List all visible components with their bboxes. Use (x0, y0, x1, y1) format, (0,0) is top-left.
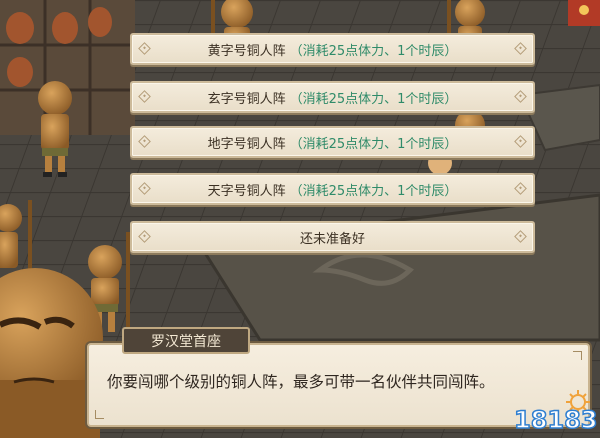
speaker-name-tag: 罗汉堂首座 (122, 327, 250, 354)
ornament-right-icon (514, 42, 527, 55)
ornament-left-icon (138, 182, 151, 195)
dialog-text: 你要闯哪个级别的铜人阵，最多可带一名伙伴共同闯阵。 (107, 373, 495, 391)
option-label: 黄字号铜人阵 (207, 43, 286, 59)
option-label: 地字号铜人阵 (207, 136, 286, 152)
option-huang-array[interactable]: 黄字号铜人阵 （消耗25点体力、1个时辰） (130, 33, 535, 65)
ornament-right-icon (514, 182, 527, 195)
option-cost: （消耗25点体力、1个时辰） (289, 136, 458, 152)
corner-ornament (573, 351, 582, 360)
option-cost: （消耗25点体力、1个时辰） (289, 91, 458, 107)
logo-text: 18183 (514, 406, 598, 434)
option-label: 天字号铜人阵 (207, 183, 286, 199)
option-label: 玄字号铜人阵 (207, 91, 286, 107)
ornament-right-icon (514, 230, 527, 243)
ornament-left-icon (138, 42, 151, 55)
ornament-left-icon (138, 90, 151, 103)
site-logo-watermark: 18183 (513, 390, 598, 434)
incense-lamp (568, 0, 600, 26)
ornament-left-icon (138, 230, 151, 243)
ornament-left-icon (138, 135, 151, 148)
option-not-ready[interactable]: 还未准备好 (130, 221, 535, 253)
option-xuan-array[interactable]: 玄字号铜人阵 （消耗25点体力、1个时辰） (130, 81, 535, 113)
option-tian-array[interactable]: 天字号铜人阵 （消耗25点体力、1个时辰） (130, 173, 535, 205)
ornament-right-icon (514, 135, 527, 148)
corner-ornament (95, 410, 104, 419)
option-cost: （消耗25点体力、1个时辰） (289, 183, 458, 199)
option-cost: （消耗25点体力、1个时辰） (289, 43, 458, 59)
option-label: 还未准备好 (299, 231, 365, 247)
ornament-right-icon (514, 90, 527, 103)
option-di-array[interactable]: 地字号铜人阵 （消耗25点体力、1个时辰） (130, 126, 535, 158)
